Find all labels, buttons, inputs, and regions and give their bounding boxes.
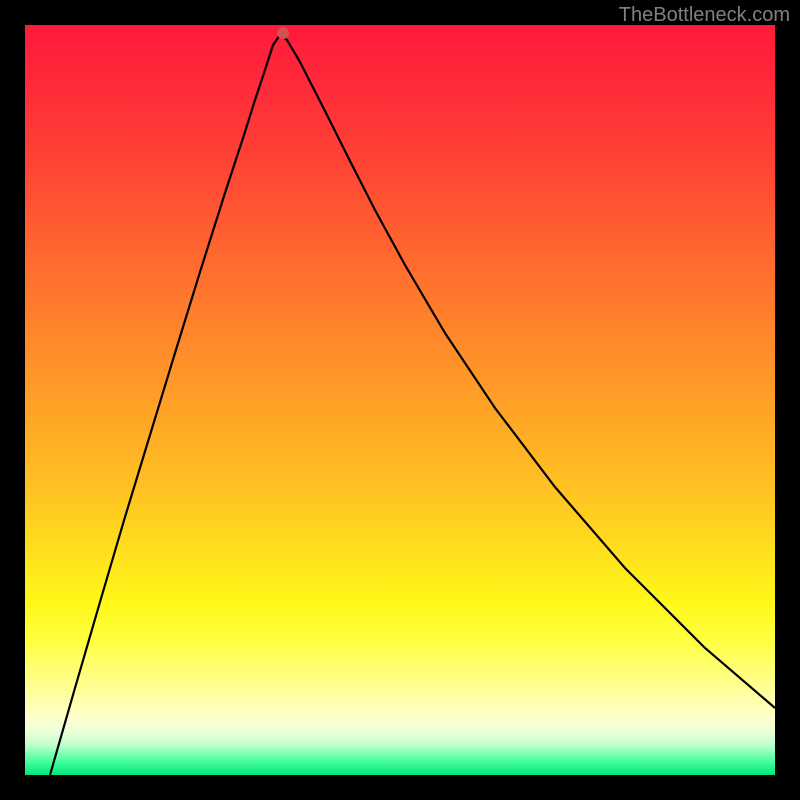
optimal-point-marker [277,27,289,39]
plot-area [25,25,775,775]
bottleneck-curve [50,35,775,775]
chart-container: TheBottleneck.com [0,0,800,800]
watermark-text: TheBottleneck.com [619,4,790,27]
curve-svg [25,25,775,775]
